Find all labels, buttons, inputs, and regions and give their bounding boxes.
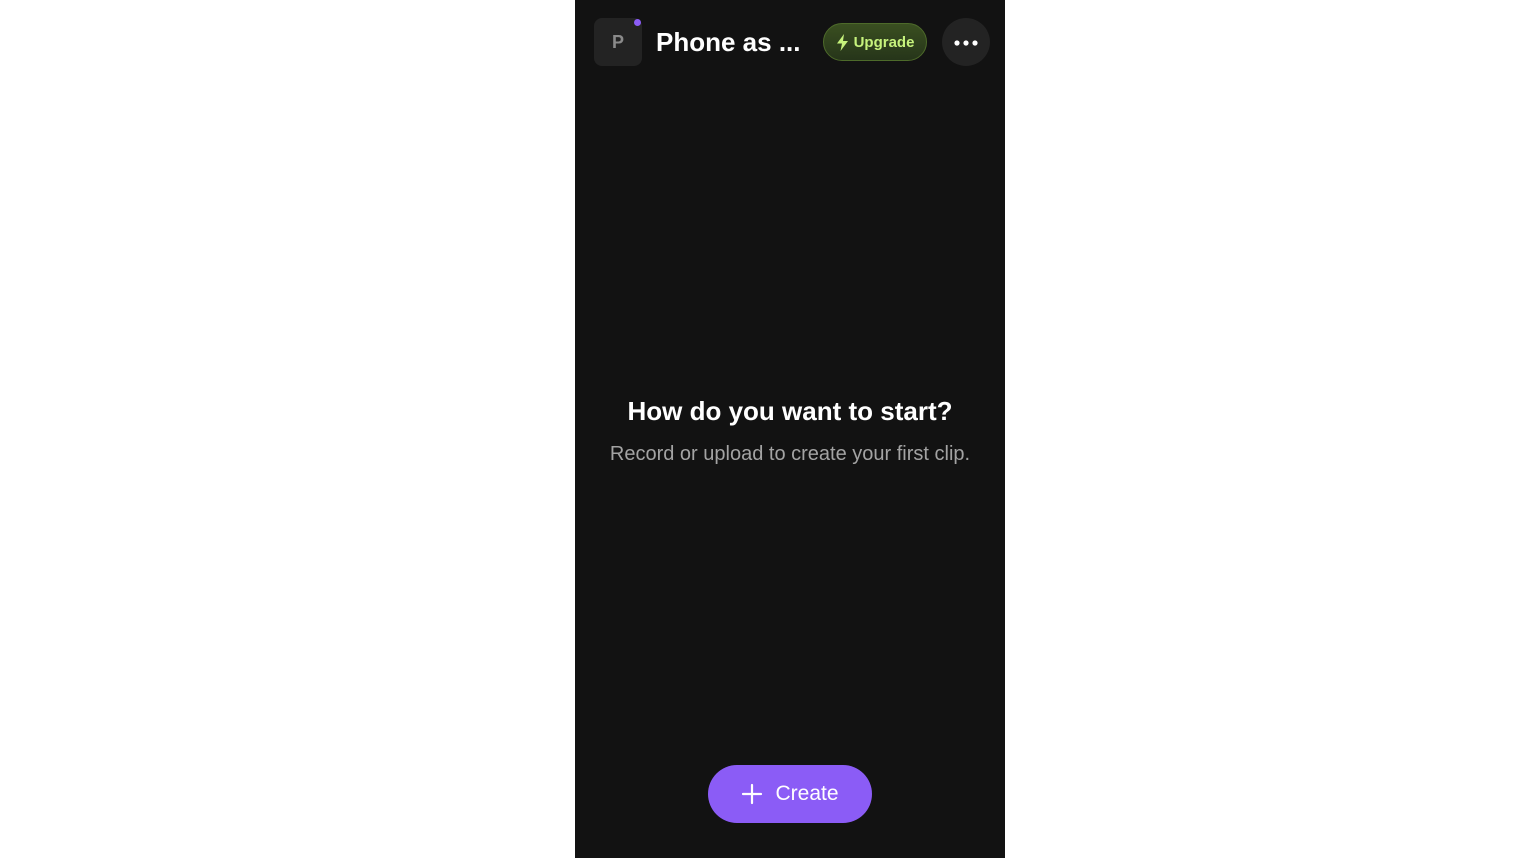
more-horizontal-icon (954, 33, 978, 51)
workspace-avatar[interactable]: P (594, 18, 642, 66)
more-options-button[interactable] (942, 18, 990, 66)
upgrade-label: Upgrade (853, 33, 915, 51)
upgrade-button[interactable]: Upgrade (823, 23, 927, 61)
empty-state-subtext: Record or upload to create your first cl… (609, 443, 971, 465)
empty-state: How do you want to start? Record or uplo… (575, 390, 1005, 474)
empty-state-heading: How do you want to start? (627, 396, 953, 426)
top-bar: P Phone as ... Upgrade (575, 0, 1005, 84)
plus-icon (741, 783, 763, 805)
create-button[interactable]: Create (708, 765, 872, 823)
page-title[interactable]: Phone as ... (656, 24, 816, 60)
lightning-bolt-icon (836, 33, 849, 51)
create-label: Create (775, 782, 839, 805)
avatar-letter: P (611, 31, 624, 52)
app-screen: P Phone as ... Upgrade How do you want t… (575, 0, 1005, 858)
notification-dot (634, 19, 641, 26)
